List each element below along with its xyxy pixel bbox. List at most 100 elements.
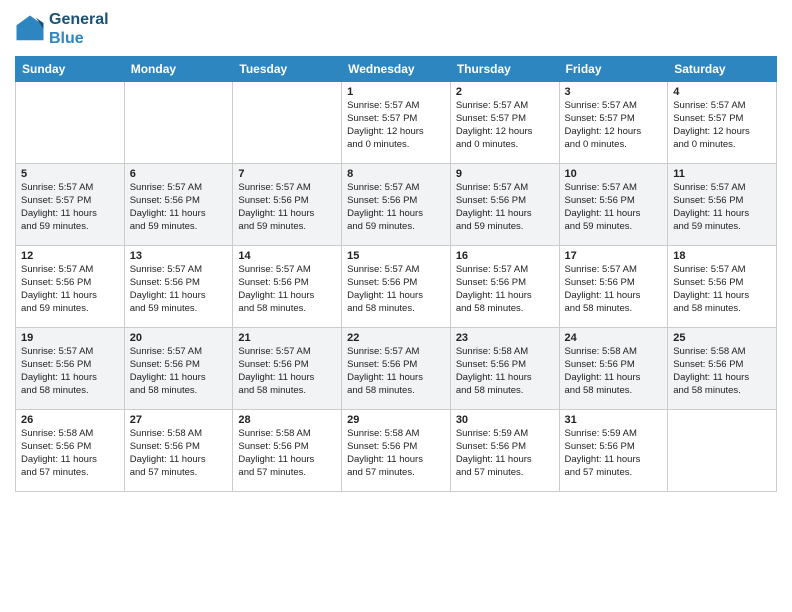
day-info: Sunrise: 5:57 AMSunset: 5:56 PMDaylight:…	[673, 264, 771, 315]
day-info: Sunrise: 5:58 AMSunset: 5:56 PMDaylight:…	[673, 346, 771, 397]
day-info: Sunrise: 5:57 AMSunset: 5:57 PMDaylight:…	[347, 100, 445, 151]
day-info: Sunrise: 5:57 AMSunset: 5:57 PMDaylight:…	[565, 100, 663, 151]
day-number: 15	[347, 250, 445, 262]
day-number: 16	[456, 250, 554, 262]
day-number: 1	[347, 86, 445, 98]
day-number: 11	[673, 168, 771, 180]
weekday-header-thursday: Thursday	[450, 57, 559, 82]
day-info: Sunrise: 5:57 AMSunset: 5:56 PMDaylight:…	[130, 346, 228, 397]
day-info: Sunrise: 5:57 AMSunset: 5:57 PMDaylight:…	[21, 182, 119, 233]
calendar-day-5: 5 Sunrise: 5:57 AMSunset: 5:57 PMDaylight…	[16, 164, 125, 246]
day-info: Sunrise: 5:57 AMSunset: 5:56 PMDaylight:…	[130, 182, 228, 233]
day-number: 31	[565, 414, 663, 426]
day-number: 27	[130, 414, 228, 426]
day-info: Sunrise: 5:57 AMSunset: 5:57 PMDaylight:…	[456, 100, 554, 151]
calendar-day-1: 1 Sunrise: 5:57 AMSunset: 5:57 PMDaylight…	[342, 82, 451, 164]
day-number: 13	[130, 250, 228, 262]
day-number: 24	[565, 332, 663, 344]
day-number: 21	[238, 332, 336, 344]
calendar-day-empty	[233, 82, 342, 164]
calendar-day-15: 15 Sunrise: 5:57 AMSunset: 5:56 PMDayligh…	[342, 246, 451, 328]
day-number: 29	[347, 414, 445, 426]
day-number: 17	[565, 250, 663, 262]
weekday-header-sunday: Sunday	[16, 57, 125, 82]
day-number: 23	[456, 332, 554, 344]
day-number: 28	[238, 414, 336, 426]
calendar-day-19: 19Sunrise: 5:57 AMSunset: 5:56 PMDayligh…	[16, 328, 125, 410]
day-info: Sunrise: 5:58 AMSunset: 5:56 PMDaylight:…	[130, 428, 228, 479]
calendar-day-25: 25Sunrise: 5:58 AMSunset: 5:56 PMDayligh…	[668, 328, 777, 410]
calendar-day-empty	[16, 82, 125, 164]
day-number: 5	[21, 168, 119, 180]
day-info: Sunrise: 5:57 AMSunset: 5:57 PMDaylight:…	[673, 100, 771, 151]
calendar-day-17: 17 Sunrise: 5:57 AMSunset: 5:56 PMDayligh…	[559, 246, 668, 328]
day-number: 10	[565, 168, 663, 180]
page: General Blue SundayMondayTuesdayWednesda…	[0, 0, 792, 612]
day-info: Sunrise: 5:58 AMSunset: 5:56 PMDaylight:…	[21, 428, 119, 479]
calendar-day-26: 26 Sunrise: 5:58 AMSunset: 5:56 PMDayligh…	[16, 410, 125, 492]
day-number: 2	[456, 86, 554, 98]
weekday-header-saturday: Saturday	[668, 57, 777, 82]
day-info: Sunrise: 5:57 AMSunset: 5:56 PMDaylight:…	[565, 264, 663, 315]
calendar-day-3: 3 Sunrise: 5:57 AMSunset: 5:57 PMDaylight…	[559, 82, 668, 164]
header: General Blue	[15, 10, 777, 48]
day-info: Sunrise: 5:57 AMSunset: 5:56 PMDaylight:…	[130, 264, 228, 315]
calendar-day-22: 22Sunrise: 5:57 AMSunset: 5:56 PMDayligh…	[342, 328, 451, 410]
calendar-day-20: 20 Sunrise: 5:57 AMSunset: 5:56 PMDayligh…	[124, 328, 233, 410]
logo-icon	[15, 14, 45, 44]
calendar-day-empty	[668, 410, 777, 492]
day-number: 12	[21, 250, 119, 262]
day-info: Sunrise: 5:57 AMSunset: 5:56 PMDaylight:…	[673, 182, 771, 233]
day-info: Sunrise: 5:58 AMSunset: 5:56 PMDaylight:…	[238, 428, 336, 479]
calendar-day-2: 2 Sunrise: 5:57 AMSunset: 5:57 PMDaylight…	[450, 82, 559, 164]
logo-text: General Blue	[49, 10, 109, 48]
day-info: Sunrise: 5:57 AMSunset: 5:56 PMDaylight:…	[21, 346, 119, 397]
calendar-day-6: 6 Sunrise: 5:57 AMSunset: 5:56 PMDaylight…	[124, 164, 233, 246]
calendar-day-18: 18Sunrise: 5:57 AMSunset: 5:56 PMDayligh…	[668, 246, 777, 328]
day-number: 3	[565, 86, 663, 98]
calendar-week-row: 12 Sunrise: 5:57 AMSunset: 5:56 PMDayligh…	[16, 246, 777, 328]
day-info: Sunrise: 5:58 AMSunset: 5:56 PMDaylight:…	[456, 346, 554, 397]
calendar-day-9: 9 Sunrise: 5:57 AMSunset: 5:56 PMDaylight…	[450, 164, 559, 246]
day-info: Sunrise: 5:57 AMSunset: 5:56 PMDaylight:…	[238, 182, 336, 233]
calendar-day-12: 12 Sunrise: 5:57 AMSunset: 5:56 PMDayligh…	[16, 246, 125, 328]
logo: General Blue	[15, 10, 109, 48]
day-info: Sunrise: 5:57 AMSunset: 5:56 PMDaylight:…	[347, 264, 445, 315]
calendar-week-row: 1 Sunrise: 5:57 AMSunset: 5:57 PMDaylight…	[16, 82, 777, 164]
weekday-header-wednesday: Wednesday	[342, 57, 451, 82]
calendar-week-row: 26 Sunrise: 5:58 AMSunset: 5:56 PMDayligh…	[16, 410, 777, 492]
calendar-day-23: 23 Sunrise: 5:58 AMSunset: 5:56 PMDayligh…	[450, 328, 559, 410]
calendar-day-21: 21Sunrise: 5:57 AMSunset: 5:56 PMDayligh…	[233, 328, 342, 410]
day-info: Sunrise: 5:57 AMSunset: 5:56 PMDaylight:…	[565, 182, 663, 233]
calendar-day-29: 29 Sunrise: 5:58 AMSunset: 5:56 PMDayligh…	[342, 410, 451, 492]
day-number: 9	[456, 168, 554, 180]
day-number: 6	[130, 168, 228, 180]
calendar-day-24: 24 Sunrise: 5:58 AMSunset: 5:56 PMDayligh…	[559, 328, 668, 410]
calendar-day-28: 28 Sunrise: 5:58 AMSunset: 5:56 PMDayligh…	[233, 410, 342, 492]
calendar-day-31: 31 Sunrise: 5:59 AMSunset: 5:56 PMDayligh…	[559, 410, 668, 492]
day-number: 26	[21, 414, 119, 426]
day-number: 14	[238, 250, 336, 262]
day-info: Sunrise: 5:57 AMSunset: 5:56 PMDaylight:…	[456, 182, 554, 233]
calendar-day-14: 14 Sunrise: 5:57 AMSunset: 5:56 PMDayligh…	[233, 246, 342, 328]
weekday-header-tuesday: Tuesday	[233, 57, 342, 82]
day-info: Sunrise: 5:57 AMSunset: 5:56 PMDaylight:…	[347, 182, 445, 233]
calendar-day-7: 7 Sunrise: 5:57 AMSunset: 5:56 PMDaylight…	[233, 164, 342, 246]
day-number: 30	[456, 414, 554, 426]
calendar-day-11: 11 Sunrise: 5:57 AMSunset: 5:56 PMDayligh…	[668, 164, 777, 246]
calendar-day-13: 13 Sunrise: 5:57 AMSunset: 5:56 PMDayligh…	[124, 246, 233, 328]
day-info: Sunrise: 5:57 AMSunset: 5:56 PMDaylight:…	[238, 264, 336, 315]
calendar-day-10: 10 Sunrise: 5:57 AMSunset: 5:56 PMDayligh…	[559, 164, 668, 246]
day-info: Sunrise: 5:57 AMSunset: 5:56 PMDaylight:…	[21, 264, 119, 315]
day-info: Sunrise: 5:59 AMSunset: 5:56 PMDaylight:…	[565, 428, 663, 479]
day-info: Sunrise: 5:58 AMSunset: 5:56 PMDaylight:…	[347, 428, 445, 479]
day-number: 20	[130, 332, 228, 344]
day-number: 7	[238, 168, 336, 180]
calendar-day-30: 30Sunrise: 5:59 AMSunset: 5:56 PMDayligh…	[450, 410, 559, 492]
day-info: Sunrise: 5:58 AMSunset: 5:56 PMDaylight:…	[565, 346, 663, 397]
day-info: Sunrise: 5:57 AMSunset: 5:56 PMDaylight:…	[347, 346, 445, 397]
calendar-week-row: 5 Sunrise: 5:57 AMSunset: 5:57 PMDaylight…	[16, 164, 777, 246]
calendar-week-row: 19Sunrise: 5:57 AMSunset: 5:56 PMDayligh…	[16, 328, 777, 410]
calendar-day-8: 8 Sunrise: 5:57 AMSunset: 5:56 PMDaylight…	[342, 164, 451, 246]
day-number: 8	[347, 168, 445, 180]
